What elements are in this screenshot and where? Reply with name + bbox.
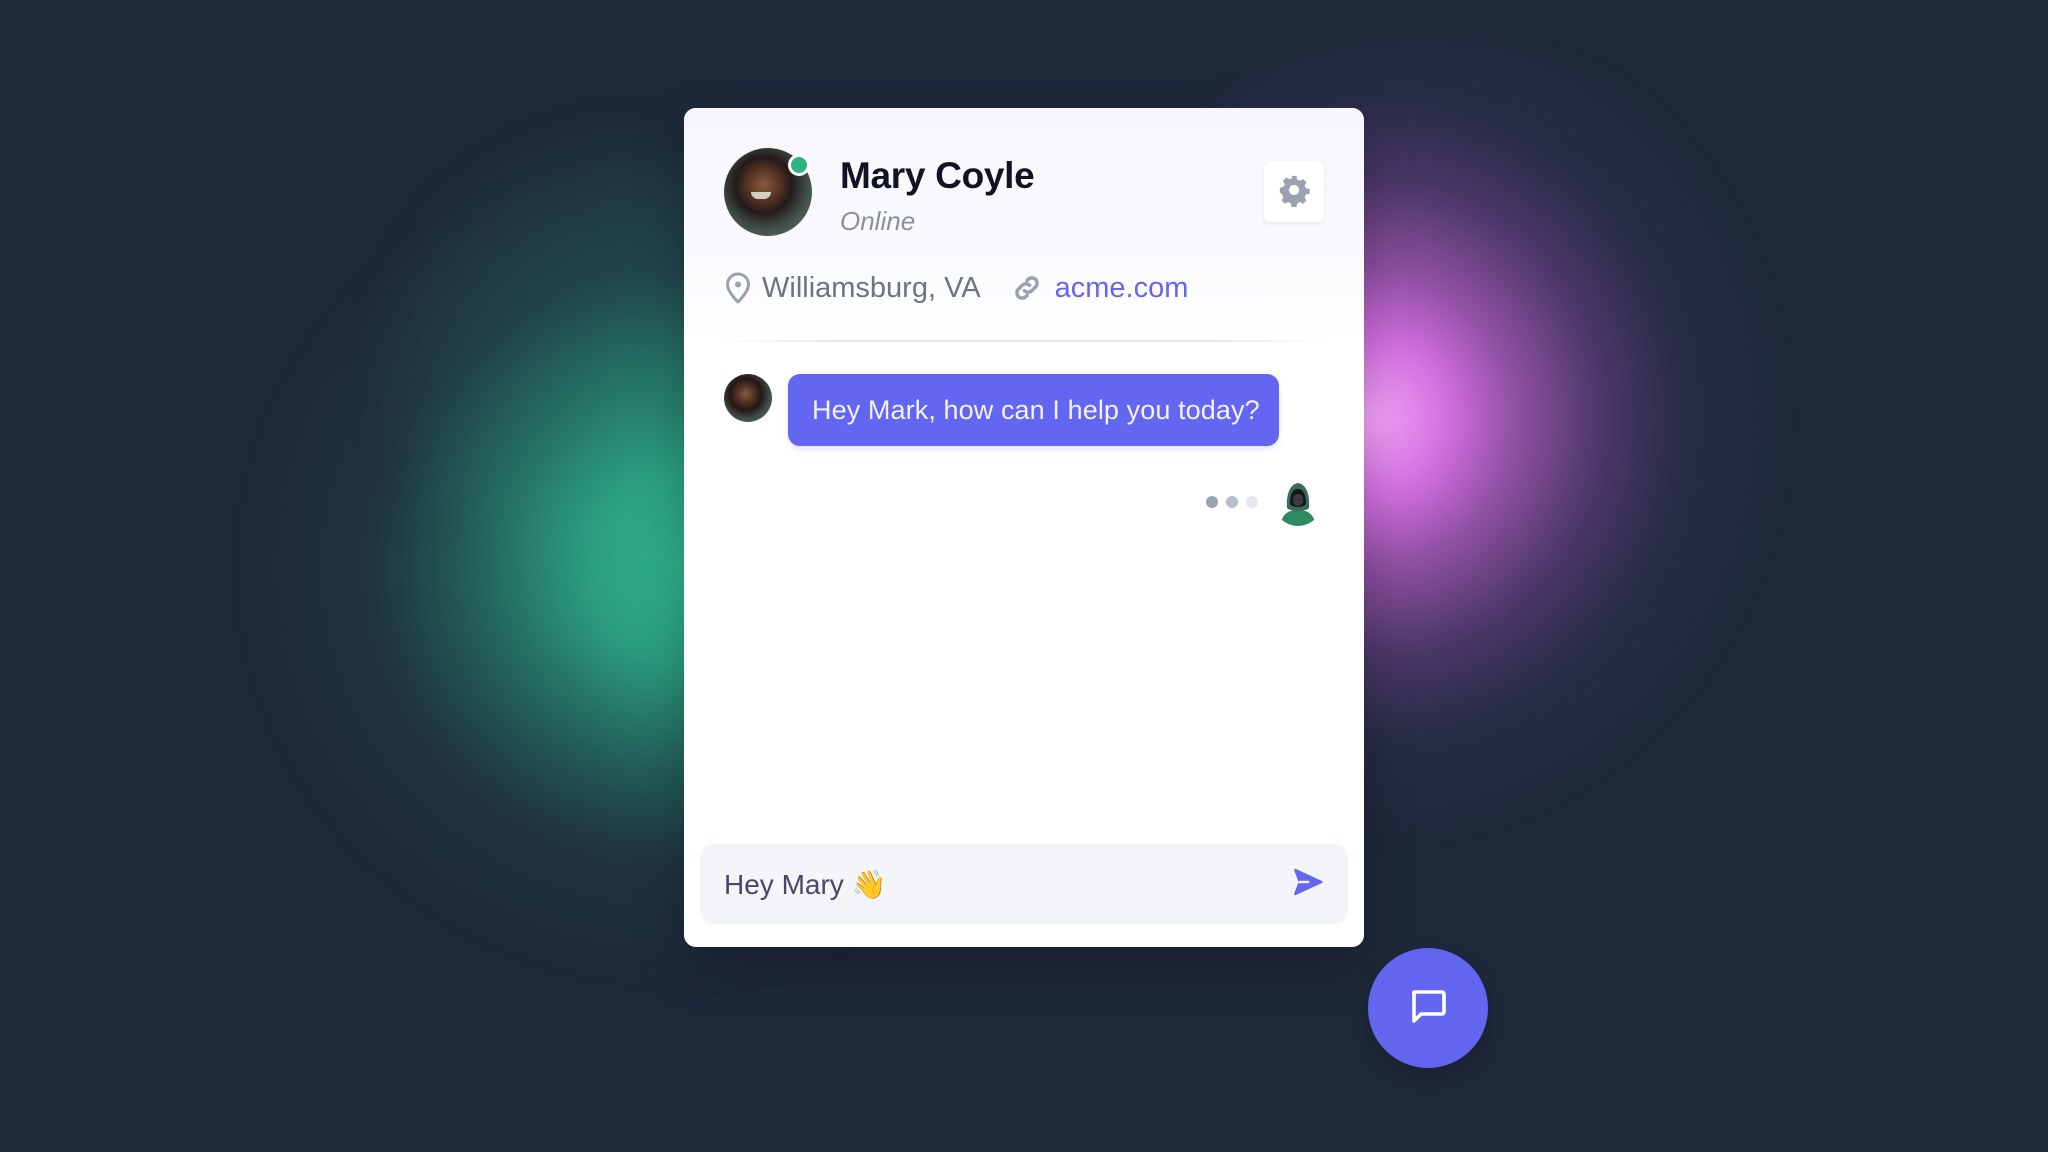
chat-header: Mary Coyle Online Williamsburg, VA acme.… — [684, 108, 1364, 342]
contact-website-link[interactable]: acme.com — [1055, 272, 1189, 305]
open-chat-button[interactable] — [1368, 948, 1488, 1068]
contact-status: Online — [840, 206, 916, 236]
gear-icon — [1277, 173, 1311, 212]
message-input[interactable] — [724, 868, 1288, 900]
message-bubble: Hey Mark, how can I help you today? — [788, 374, 1279, 446]
chat-widget: Mary Coyle Online Williamsburg, VA acme.… — [684, 108, 1364, 947]
header-divider — [720, 340, 1328, 342]
send-icon — [1291, 865, 1325, 904]
message-sender-avatar — [724, 374, 772, 422]
link-icon — [1011, 270, 1043, 306]
online-status-dot — [788, 154, 810, 176]
contact-name: Mary Coyle — [840, 155, 1035, 196]
settings-button[interactable] — [1264, 162, 1324, 222]
message-text: Hey Mark, how can I help you today? — [812, 394, 1260, 425]
typing-dot — [1226, 496, 1238, 508]
chat-bubble-icon — [1404, 982, 1452, 1035]
typing-indicator — [1206, 496, 1258, 508]
map-pin-icon — [722, 270, 754, 306]
typing-dot — [1206, 496, 1218, 508]
user-avatar — [1274, 478, 1322, 526]
typing-dot — [1246, 496, 1258, 508]
contact-meta: Williamsburg, VA acme.com — [722, 268, 1188, 308]
contact-location: Williamsburg, VA — [762, 271, 981, 304]
send-button[interactable] — [1288, 864, 1328, 904]
message-composer — [700, 844, 1348, 924]
